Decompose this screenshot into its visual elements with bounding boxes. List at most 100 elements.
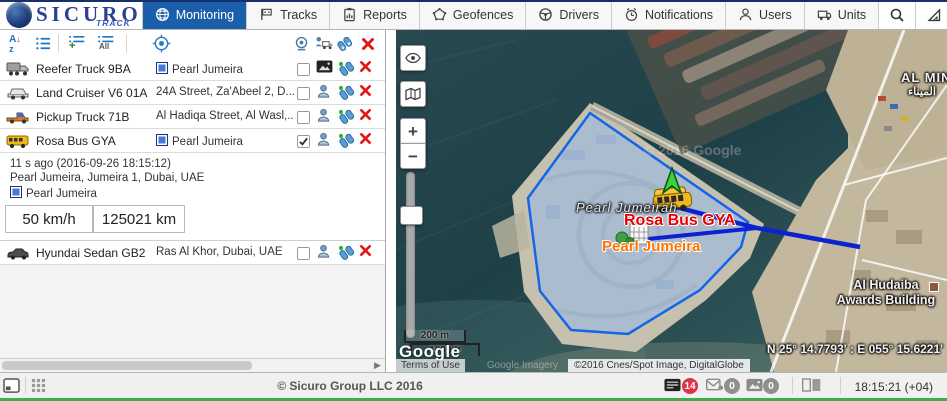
sort-z-glyph: z [9, 44, 14, 54]
checkmark-icon [299, 137, 308, 146]
unit-remove-button[interactable] [359, 132, 378, 150]
tab-drivers[interactable]: Drivers [525, 0, 611, 29]
panel-toolbar: A↓ z + All [0, 30, 385, 58]
unit-checkbox[interactable] [297, 87, 310, 100]
terms-of-use-link[interactable]: Terms of Use [396, 359, 465, 372]
map-visibility-button[interactable] [400, 45, 426, 71]
unit-checkbox[interactable] [297, 111, 310, 124]
truck-icon [817, 10, 831, 21]
horizontal-scrollbar[interactable]: ▶ [0, 358, 385, 372]
brand-globe-icon [6, 1, 32, 28]
add-to-list-button[interactable]: + [66, 33, 88, 54]
unit-address: Pearl Jumeira, Jumeira 1, Dubai, UAE [10, 172, 205, 184]
unit-checkbox[interactable] [297, 247, 310, 260]
map-canvas[interactable]: Pearl Jumeirah Rosa Bus GYA Pearl Jumeir… [396, 30, 947, 372]
imagery-copyright: ©2016 Cnes/Spot Image, DigitalGlobe [568, 359, 750, 372]
scrollbar-thumb[interactable] [2, 361, 252, 370]
unit-row-rosa-bus[interactable]: Rosa Bus GYA Pearl Jumeira [0, 129, 385, 153]
follow-unit-button[interactable] [290, 33, 312, 54]
zoom-slider-track[interactable] [406, 172, 415, 338]
close-x-icon [360, 61, 371, 72]
list-view-button[interactable] [32, 33, 54, 54]
zoom-slider-handle[interactable] [400, 206, 423, 225]
driver-bust-icon [317, 132, 330, 146]
driver-bust-icon [317, 108, 330, 122]
apps-grid-gray-icon [31, 378, 46, 393]
tab-units[interactable]: Units [803, 0, 879, 29]
pickup-vehicle-icon [6, 112, 29, 124]
layout-panels-icon [801, 378, 821, 392]
unit-checkbox[interactable] [297, 63, 310, 76]
zoom-out-button[interactable]: − [400, 143, 426, 169]
unit-driver-button[interactable] [316, 244, 335, 262]
driver-assign-button[interactable] [312, 33, 334, 54]
unit-remove-button[interactable] [359, 108, 378, 126]
unit-driver-button[interactable] [316, 84, 335, 102]
sicurotrack-window: SICURO TRACK V2 Monitoring Tracks Report… [0, 0, 947, 401]
truck-vehicle-icon [6, 62, 29, 76]
unit-row-reefer-truck[interactable]: Reefer Truck 9BA Pearl Jumeira [0, 57, 385, 81]
locate-units-button[interactable] [150, 33, 172, 54]
mail-count-badge: 0 [724, 378, 740, 394]
unit-driver-button[interactable] [316, 132, 335, 150]
all-glyph: All [99, 41, 110, 51]
apps-grid-button[interactable] [31, 378, 46, 396]
zoom-in-button[interactable]: + [400, 118, 426, 144]
globe-icon [155, 8, 169, 21]
copyright-text: © Sicuro Group LLC 2016 [277, 379, 423, 393]
panel-toggle-button[interactable] [3, 378, 20, 396]
media-button[interactable] [746, 378, 763, 395]
unit-row-land-cruiser[interactable]: Land Cruiser V6 01A 24A Street, Za'Abeel… [0, 81, 385, 105]
unit-name: Rosa Bus GYA [36, 134, 116, 148]
unit-photo-button[interactable] [316, 60, 335, 78]
tab-notifications[interactable]: Notifications [610, 0, 726, 29]
unit-messages-button[interactable] [338, 60, 357, 78]
layout-toggle-button[interactable] [801, 378, 821, 395]
geofence-square-icon [156, 62, 168, 74]
unit-remove-button[interactable] [359, 244, 378, 262]
search-icon [890, 8, 904, 22]
tab-geofences[interactable]: Geofences [418, 0, 526, 29]
unit-messages-button[interactable] [338, 84, 357, 102]
messages-binoculars-button[interactable] [334, 33, 356, 54]
scrollbar-arrow-right[interactable]: ▶ [374, 360, 381, 371]
tab-label: Units [837, 7, 867, 22]
map-layers-button[interactable] [400, 81, 426, 107]
unit-location: Pearl Jumeira [156, 134, 243, 148]
tab-users[interactable]: Users [725, 0, 804, 29]
search-button[interactable] [878, 0, 916, 29]
unit-driver-button[interactable] [316, 108, 335, 126]
unit-row-pickup-truck[interactable]: Pickup Truck 71B Al Hadiqa Street, Al Wa… [0, 105, 385, 129]
top-navigation-bar: SICURO TRACK V2 Monitoring Tracks Report… [0, 0, 947, 38]
unit-detail-panel: 11 s ago (2016-09-26 18:15:12) Pearl Jum… [0, 153, 385, 241]
tab-reports[interactable]: Reports [329, 0, 419, 29]
report-icon [344, 7, 355, 22]
envelope-icon [705, 378, 725, 391]
unit-messages-button[interactable] [338, 244, 357, 262]
unit-remove-button[interactable] [359, 60, 378, 78]
suv-vehicle-icon [7, 88, 29, 100]
unit-messages-button[interactable] [338, 132, 357, 150]
tab-label: Drivers [559, 7, 599, 22]
mail-button[interactable] [705, 378, 725, 395]
unit-row-hyundai-sedan[interactable]: Hyundai Sedan GB2 Ras Al Khor, Dubai, UA… [0, 241, 385, 265]
tab-label: Reports [363, 7, 407, 22]
unit-name: Reefer Truck 9BA [36, 62, 131, 76]
satellite-map [396, 30, 947, 372]
tab-tracks[interactable]: Tracks [246, 0, 330, 29]
measure-tool-button[interactable] [915, 0, 947, 29]
binoculars-icon [337, 36, 353, 51]
unit-messages-button[interactable] [338, 108, 357, 126]
tab-monitoring[interactable]: Monitoring [141, 0, 247, 29]
unit-remove-button[interactable] [359, 84, 378, 102]
toolbar-separator [58, 34, 59, 53]
unit-checkbox-checked[interactable] [297, 135, 310, 148]
show-all-button[interactable]: All [96, 33, 118, 54]
clear-all-button[interactable] [357, 33, 379, 54]
sms-messages-button[interactable] [664, 378, 681, 395]
folded-map-icon [405, 87, 421, 101]
geofence-square-icon [10, 186, 22, 198]
sort-az-button[interactable]: A↓ z [4, 33, 26, 54]
alarm-clock-icon [625, 7, 638, 22]
unit-location: Al Hadiqa Street, Al Wasl,... [156, 110, 294, 122]
